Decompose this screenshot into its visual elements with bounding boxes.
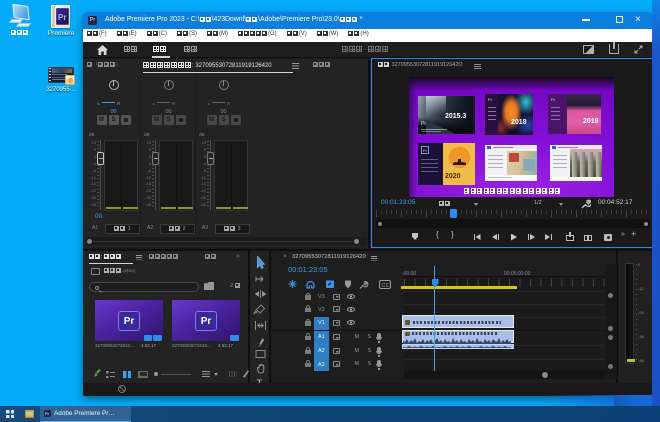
svg-text:CC: CC [382,283,390,289]
